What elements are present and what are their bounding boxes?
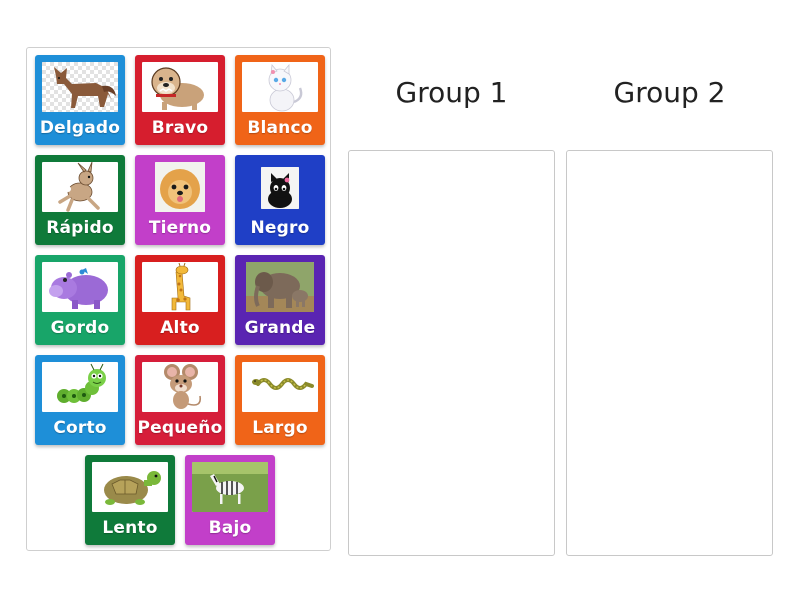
card-label: Rápido: [46, 218, 114, 238]
bulldog-image: [142, 62, 218, 112]
card-alto[interactable]: Alto: [135, 255, 225, 345]
card-label: Gordo: [50, 318, 110, 338]
hippo-image: [42, 262, 118, 312]
card-negro[interactable]: Negro: [235, 155, 325, 245]
rabbit-image: [42, 162, 118, 212]
turtle-image: [92, 462, 168, 512]
group-2-dropzone[interactable]: [566, 150, 773, 556]
card-tierno[interactable]: Tierno: [135, 155, 225, 245]
card-label: Grande: [244, 318, 316, 338]
card-label: Alto: [160, 318, 200, 338]
black-cat-image: [261, 167, 299, 209]
card-label: Tierno: [148, 218, 212, 238]
card-label: Bajo: [208, 518, 252, 538]
card-label: Negro: [250, 218, 310, 238]
snake-image: [242, 362, 318, 412]
card-label: Corto: [53, 418, 107, 438]
card-label: Bravo: [151, 118, 209, 138]
card-gordo[interactable]: Gordo: [35, 255, 125, 345]
pomeranian-image: [155, 162, 205, 212]
giraffe-image: [142, 262, 218, 312]
card-grande[interactable]: Grande: [235, 255, 325, 345]
caterpillar-image: [42, 362, 118, 412]
card-rapido[interactable]: Rápido: [35, 155, 125, 245]
card-pequeno[interactable]: Pequeño: [135, 355, 225, 445]
card-label: Blanco: [247, 118, 313, 138]
card-label: Largo: [252, 418, 308, 438]
card-label: Delgado: [39, 118, 121, 138]
card-corto[interactable]: Corto: [35, 355, 125, 445]
card-bajo[interactable]: Bajo: [185, 455, 275, 545]
white-cat-image: [242, 62, 318, 112]
group-2-title: Group 2: [613, 76, 726, 109]
card-label: Pequeño: [137, 418, 223, 438]
group-1-title: Group 1: [395, 76, 508, 109]
card-lento[interactable]: Lento: [85, 455, 175, 545]
card-bravo[interactable]: Bravo: [135, 55, 225, 145]
mouse-image: [142, 362, 218, 412]
card-delgado[interactable]: Delgado: [35, 55, 125, 145]
card-blanco[interactable]: Blanco: [235, 55, 325, 145]
card-label: Lento: [102, 518, 158, 538]
fox-image: [42, 62, 118, 112]
elephant-image: [246, 262, 314, 312]
group-1-dropzone[interactable]: [348, 150, 555, 556]
card-largo[interactable]: Largo: [235, 355, 325, 445]
zebra-image: [192, 462, 268, 512]
